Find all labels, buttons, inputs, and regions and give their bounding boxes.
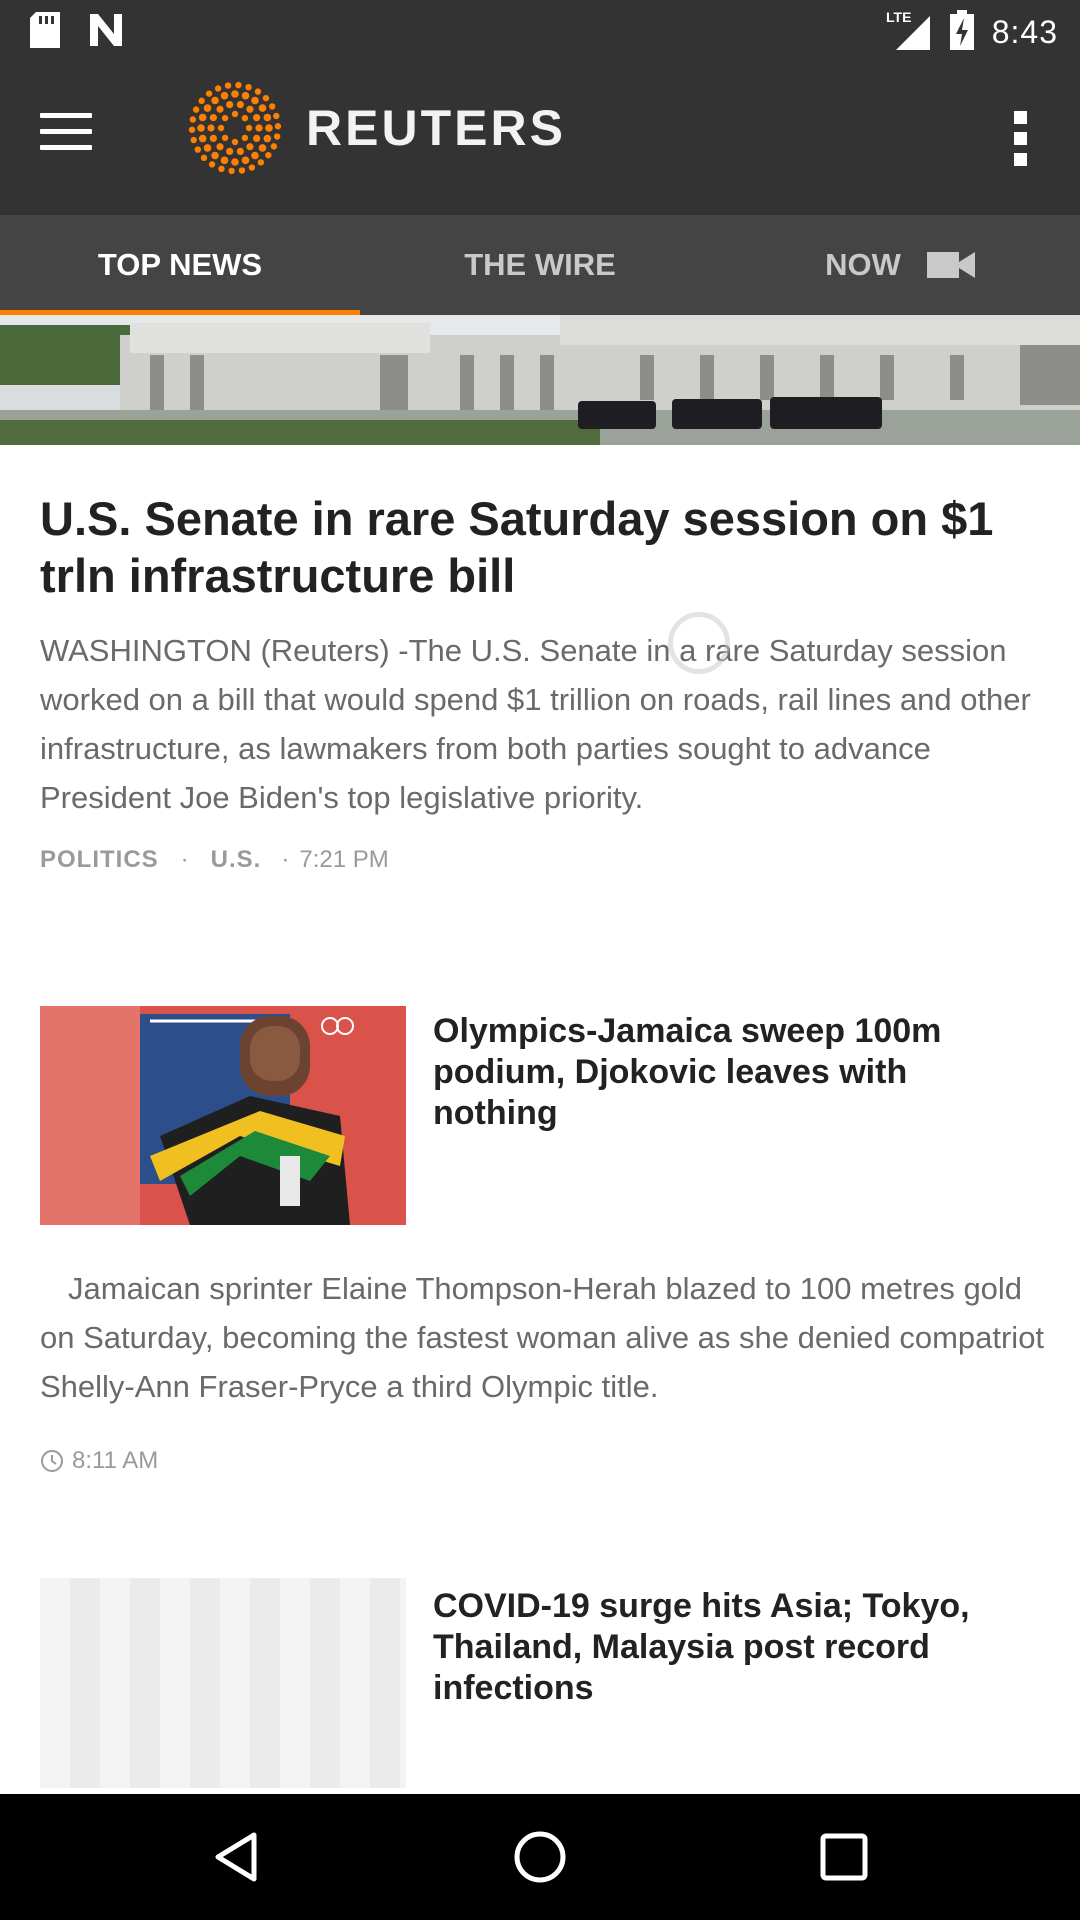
article-summary: Jamaican sprinter Elaine Thompson-Herah … bbox=[40, 1271, 1045, 1404]
n-notification-icon bbox=[88, 12, 128, 53]
article-meta: POLITICS · U.S. · 7:21 PM bbox=[40, 846, 1050, 874]
status-bar: LTE 8:43 bbox=[0, 0, 1080, 63]
article-card-lead[interactable]: U.S. Senate in rare Saturday session on … bbox=[40, 490, 1050, 874]
separator: · bbox=[281, 846, 290, 873]
recents-icon[interactable] bbox=[814, 1827, 874, 1887]
separator: · bbox=[180, 846, 189, 873]
overflow-menu-icon[interactable] bbox=[1014, 111, 1030, 167]
tab-label: TOP NEWS bbox=[97, 247, 263, 282]
article-headline[interactable]: U.S. Senate in rare Saturday session on … bbox=[40, 490, 1050, 604]
article-thumbnail-loading[interactable] bbox=[40, 1578, 406, 1788]
tab-label: THE WIRE bbox=[464, 247, 616, 282]
home-icon[interactable] bbox=[510, 1827, 570, 1887]
hamburger-menu-icon[interactable] bbox=[40, 113, 92, 153]
tag-us[interactable]: U.S. bbox=[211, 846, 262, 874]
loading-spinner bbox=[668, 612, 730, 674]
article-summary: WASHINGTON (Reuters) -The U.S. Senate in… bbox=[40, 633, 1031, 815]
app-bar: REUTERS bbox=[0, 63, 1080, 215]
clock-icon bbox=[40, 1449, 64, 1473]
signal-icon: LTE bbox=[886, 8, 932, 57]
system-nav-bar bbox=[0, 1794, 1080, 1920]
article-thumbnail[interactable] bbox=[40, 1006, 406, 1225]
video-camera-icon bbox=[926, 250, 975, 280]
article-meta: 8:11 AM bbox=[40, 1447, 158, 1475]
tab-the-wire[interactable]: THE WIRE bbox=[360, 215, 720, 315]
brand-name: REUTERS bbox=[306, 100, 566, 156]
tab-top-news[interactable]: TOP NEWS bbox=[0, 215, 360, 315]
network-label: LTE bbox=[886, 9, 911, 25]
hero-image[interactable] bbox=[0, 315, 1080, 445]
article-time: 7:21 PM bbox=[299, 846, 389, 873]
reuters-logo: REUTERS bbox=[188, 81, 566, 175]
battery-charging-icon bbox=[949, 10, 974, 55]
reuters-logo-icon bbox=[188, 81, 282, 175]
tag-politics[interactable]: POLITICS bbox=[40, 846, 159, 874]
tab-label: NOW bbox=[825, 247, 901, 282]
article-headline[interactable]: COVID-19 surge hits Asia; Tokyo, Thailan… bbox=[433, 1586, 1033, 1709]
sd-card-icon bbox=[30, 12, 60, 53]
back-icon[interactable] bbox=[206, 1827, 266, 1887]
article-headline[interactable]: Olympics-Jamaica sweep 100m podium, Djok… bbox=[433, 1011, 1033, 1134]
status-time: 8:43 bbox=[991, 14, 1058, 50]
tab-now[interactable]: NOW bbox=[720, 215, 1080, 315]
article-time: 8:11 AM bbox=[72, 1447, 159, 1474]
tab-bar: TOP NEWS THE WIRE NOW bbox=[0, 215, 1080, 315]
